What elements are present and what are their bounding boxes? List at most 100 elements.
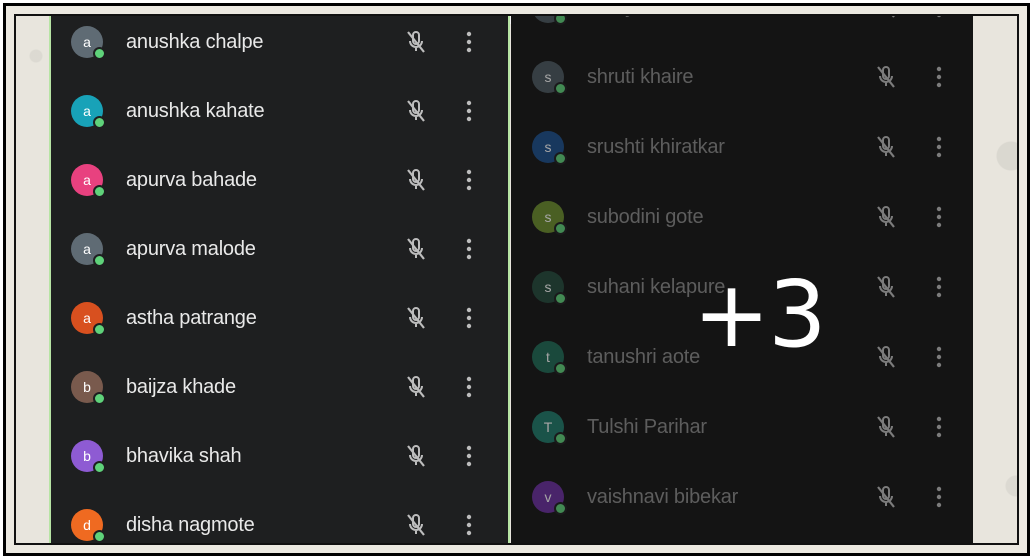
participant-row[interactable]: s srushti khiratkar — [511, 119, 973, 175]
participants-image-left[interactable]: a anushka chalpe a anushka kahate a apurva ba… — [49, 16, 510, 543]
avatar: s — [532, 201, 567, 235]
avatar: v — [532, 481, 567, 515]
mic-off-icon[interactable] — [874, 344, 898, 370]
more-vert-icon[interactable] — [465, 168, 473, 192]
more-vert-icon[interactable] — [465, 306, 473, 330]
avatar-initial: t — [546, 349, 550, 365]
online-status-dot — [554, 16, 567, 25]
mic-off-icon[interactable] — [404, 167, 428, 193]
mic-off-icon[interactable] — [404, 29, 428, 55]
mic-off-icon[interactable] — [874, 16, 898, 20]
participant-name: anushka chalpe — [126, 30, 264, 53]
mic-off-icon[interactable] — [874, 204, 898, 230]
screenshot-frame: a anushka chalpe a anushka kahate a apurva ba… — [3, 3, 1030, 556]
more-vert-icon[interactable] — [465, 513, 473, 537]
more-vert-icon[interactable] — [935, 415, 943, 439]
mic-off-icon[interactable] — [404, 236, 428, 262]
more-vert-icon[interactable] — [935, 16, 943, 19]
avatar: s — [532, 271, 567, 305]
online-status-dot — [554, 502, 567, 515]
participant-row[interactable]: d disha nagmote — [51, 497, 508, 543]
online-status-dot — [554, 292, 567, 305]
participant-row[interactable]: a anushka kahate — [51, 83, 508, 139]
participant-name: apurva malode — [126, 237, 256, 260]
online-status-dot — [554, 222, 567, 235]
participant-row[interactable]: T Tulshi Parihar — [511, 399, 973, 455]
more-vert-icon[interactable] — [935, 485, 943, 509]
mic-off-icon[interactable] — [404, 305, 428, 331]
mic-off-icon[interactable] — [874, 134, 898, 160]
avatar: b — [71, 371, 106, 405]
avatar-initial: s — [544, 279, 552, 295]
avatar-initial: v — [544, 489, 552, 505]
avatar-initial: s — [544, 69, 552, 85]
participant-name: astha patrange — [126, 306, 257, 329]
participant-name: tanushri aote — [587, 345, 701, 368]
more-vert-icon[interactable] — [465, 99, 473, 123]
online-status-dot — [93, 461, 106, 474]
mic-off-icon[interactable] — [874, 414, 898, 440]
avatar: a — [71, 95, 106, 129]
mic-off-icon[interactable] — [874, 64, 898, 90]
more-vert-icon[interactable] — [465, 444, 473, 468]
avatar: T — [532, 411, 567, 445]
avatar: a — [71, 302, 106, 336]
mic-off-icon[interactable] — [404, 98, 428, 124]
participant-name: srushti khiratkar — [587, 135, 725, 158]
participant-row[interactable]: b bhavika shah — [51, 428, 508, 484]
participant-row[interactable]: b baijza khade — [51, 359, 508, 415]
participant-row[interactable]: a apurva bahade — [51, 152, 508, 208]
mic-off-icon[interactable] — [404, 512, 428, 538]
more-vert-icon[interactable] — [935, 205, 943, 229]
online-status-dot — [93, 116, 106, 129]
more-vert-icon[interactable] — [935, 135, 943, 159]
participant-name: Tulshi Parihar — [587, 415, 707, 438]
more-vert-icon[interactable] — [935, 65, 943, 89]
avatar-initial: a — [83, 34, 91, 50]
participant-name: anushka kahate — [126, 99, 265, 122]
participant-row[interactable]: s shruti khaire — [511, 49, 973, 105]
more-vert-icon[interactable] — [935, 345, 943, 369]
online-status-dot — [93, 392, 106, 405]
chat-background: a anushka chalpe a anushka kahate a apurva ba… — [14, 14, 1019, 545]
mic-off-icon[interactable] — [874, 274, 898, 300]
participant-name: shreya khaire — [587, 16, 705, 19]
avatar: a — [71, 233, 106, 267]
avatar: d — [71, 509, 106, 543]
participant-row[interactable]: a astha patrange — [51, 290, 508, 346]
online-status-dot — [554, 152, 567, 165]
online-status-dot — [93, 254, 106, 267]
avatar-initial: a — [83, 310, 91, 326]
more-vert-icon[interactable] — [465, 237, 473, 261]
online-status-dot — [554, 82, 567, 95]
avatar: a — [71, 164, 106, 198]
avatar: a — [71, 26, 106, 60]
avatar: t — [532, 341, 567, 375]
online-status-dot — [93, 185, 106, 198]
online-status-dot — [93, 530, 106, 543]
mic-off-icon[interactable] — [874, 484, 898, 510]
more-images-count[interactable]: +3 — [693, 269, 827, 361]
online-status-dot — [93, 47, 106, 60]
avatar-initial: a — [83, 241, 91, 257]
more-vert-icon[interactable] — [465, 375, 473, 399]
participant-row[interactable]: v vaishnavi bibekar — [511, 469, 973, 525]
mic-off-icon[interactable] — [404, 443, 428, 469]
participant-row[interactable]: a anushka chalpe — [51, 16, 508, 70]
avatar-initial: T — [543, 419, 553, 435]
more-vert-icon[interactable] — [935, 275, 943, 299]
participant-row[interactable]: s shreya khaire — [511, 16, 973, 35]
online-status-dot — [554, 432, 567, 445]
online-status-dot — [93, 323, 106, 336]
avatar: s — [532, 131, 567, 165]
online-status-dot — [554, 362, 567, 375]
participant-row[interactable]: a apurva malode — [51, 221, 508, 277]
participant-row[interactable]: s subodini gote — [511, 189, 973, 245]
avatar-initial: b — [83, 379, 91, 395]
avatar-initial: b — [83, 448, 91, 464]
participant-name: vaishnavi bibekar — [587, 485, 739, 508]
avatar-initial: s — [544, 139, 552, 155]
more-vert-icon[interactable] — [465, 30, 473, 54]
mic-off-icon[interactable] — [404, 374, 428, 400]
participant-name: disha nagmote — [126, 513, 255, 536]
